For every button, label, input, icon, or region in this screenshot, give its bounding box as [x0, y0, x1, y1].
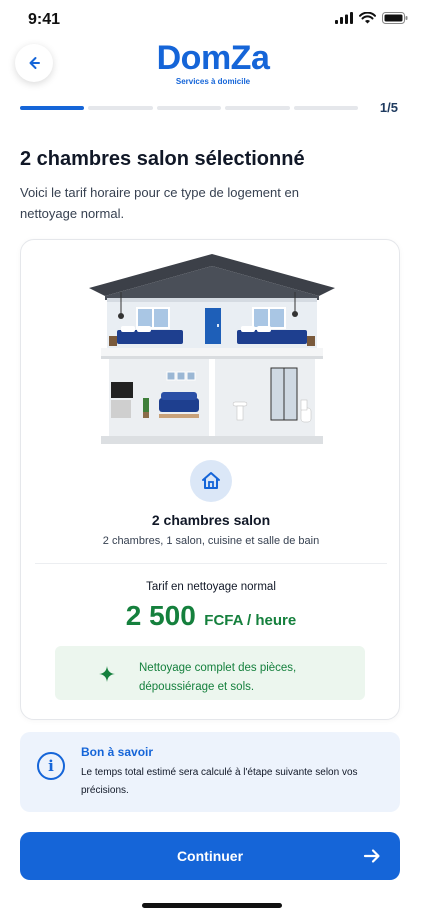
progress-label: 1/5: [379, 100, 398, 115]
rate-unit: FCFA / heure: [204, 612, 297, 629]
house-illustration: [89, 254, 335, 444]
brand: DomZa Services à domicile: [118, 38, 308, 86]
status-time: 9:41: [28, 11, 61, 28]
housing-card: 2 chambres salon 2 chambres, 1 salon, cu…: [20, 239, 400, 720]
feature-box: Nettoyage complet des pièces, dépoussiér…: [55, 646, 365, 700]
brand-tagline: Services à domicile: [175, 77, 251, 86]
progress-bar: [20, 106, 359, 110]
arrow-right-icon: [363, 849, 380, 863]
rate-amount: 2 500: [125, 600, 196, 631]
rate: 2 500 FCFA / heure: [21, 600, 401, 632]
divider: [35, 563, 387, 564]
continue-label: Continuer: [176, 848, 244, 864]
room-title: 2 chambres salon: [151, 512, 271, 528]
arrow-left-icon: [29, 57, 40, 69]
progress-step: [225, 106, 290, 110]
info-title: Bon à savoir: [81, 745, 154, 759]
progress-step: [20, 106, 85, 110]
page-title: 2 chambres salon sélectionné: [20, 148, 305, 170]
feature-text: Nettoyage complet des pièces, dépoussiér…: [139, 662, 297, 693]
info-box: i Bon à savoir Le temps total estimé ser…: [20, 732, 400, 812]
sparkle-icon: [99, 666, 115, 682]
home-icon: [202, 472, 220, 489]
wifi-icon: [359, 12, 376, 24]
room-subtitle: 2 chambres, 1 salon, cuisine et salle de…: [102, 535, 320, 547]
back-button[interactable]: [15, 44, 53, 82]
page-description: Voici le tarif horaire pour ce type de l…: [20, 185, 299, 221]
info-text: Le temps total estimé sera calculé à l'é…: [81, 767, 358, 796]
brand-logo: DomZa: [156, 39, 270, 77]
status-bar: 9:41: [0, 0, 426, 40]
info-icon: i: [37, 752, 65, 780]
status-icons: [335, 12, 408, 24]
progress-step: [156, 106, 222, 110]
signal-icon: [335, 12, 353, 24]
battery-icon: [382, 12, 408, 24]
rate-label: Tarif en nettoyage normal: [146, 581, 276, 593]
progress-step: [293, 106, 359, 110]
home-badge: [190, 460, 232, 502]
continue-button[interactable]: Continuer: [20, 832, 400, 880]
home-indicator: [142, 903, 282, 908]
progress-step: [88, 106, 153, 110]
